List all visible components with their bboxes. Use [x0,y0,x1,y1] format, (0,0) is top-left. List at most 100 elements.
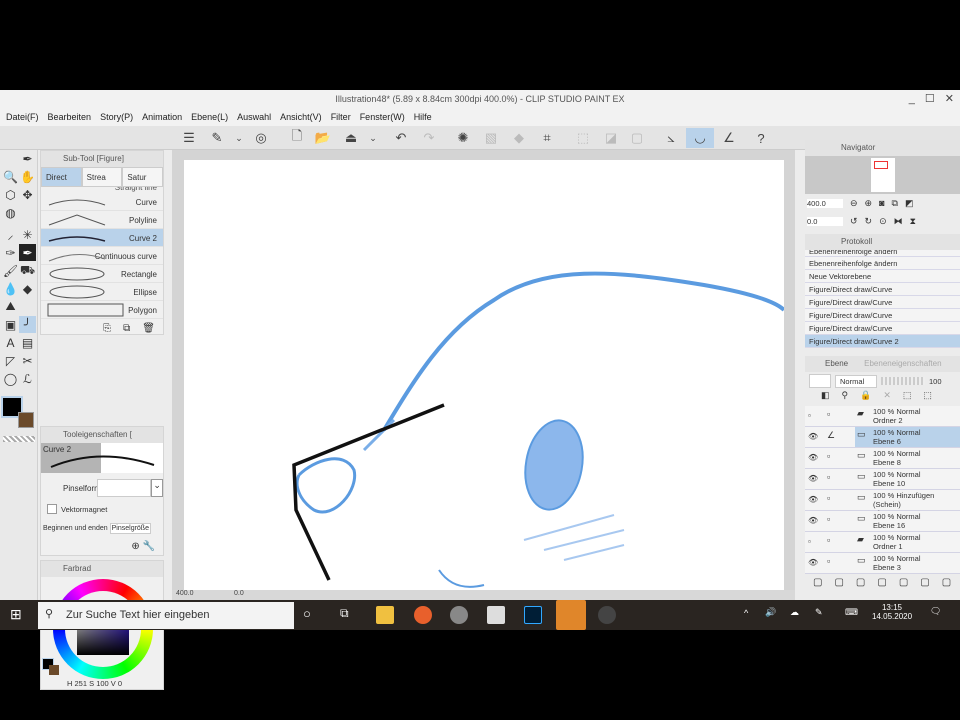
opacity-value[interactable]: 100 [929,377,942,386]
border-icon[interactable]: ▢ [626,128,648,148]
history-item[interactable]: Figure/Direct draw/Curve [805,309,960,322]
visibility-toggle[interactable]: ▫ [808,411,818,420]
flip-vertical-icon[interactable]: ⧗ [910,216,916,227]
subtool-item-polyline[interactable]: Polyline [41,211,163,229]
menu-fenster[interactable]: Fenster(W) [360,108,405,126]
snap-special-ruler-icon[interactable]: ◡ [686,128,714,148]
keyboard-icon[interactable]: ⌨ [845,607,858,618]
menu-icon[interactable]: ☰ [178,128,200,148]
reference-icon[interactable]: ⚲ [842,390,849,406]
menu-ansicht[interactable]: Ansicht(V) [280,108,322,126]
layer-row[interactable]: ▫ ▫ ▰ 100 % Normal Ordner 2 [805,406,960,427]
mask-layer-icon[interactable]: ▢ [920,577,929,588]
new-file-icon[interactable]: 🗋 [286,128,308,148]
obs-icon[interactable] [598,606,616,624]
minimize-button[interactable]: _ [909,90,915,108]
eye-icon[interactable]: 👁 [808,453,818,462]
fit-icon[interactable]: ◙ [879,198,884,208]
visibility-toggle[interactable]: ▫ [808,537,818,546]
reset-icon[interactable]: ⊕ [131,541,139,552]
tab-saturated[interactable]: Satur [122,167,164,187]
transparent-color-swatch[interactable] [3,436,35,442]
menu-filter[interactable]: Filter [331,108,351,126]
menu-auswahl[interactable]: Auswahl [237,108,271,126]
tab-stream[interactable]: Strea [81,167,123,187]
ruler-off-icon[interactable]: ⬚ [923,390,932,406]
tab-direct[interactable]: Direct [41,167,82,187]
fill-bucket-icon[interactable]: ⛰ [2,298,19,315]
history-item[interactable]: Neue Vektorebene [805,270,960,283]
layer-row[interactable]: ▫ ▫ ▰ 100 % Normal Ordner 1 [805,532,960,553]
navigator-tab[interactable]: Navigator [805,140,960,156]
taskbar-search-input[interactable]: Zur Suche Text hier eingeben [38,602,294,629]
eye-icon[interactable]: 👁 [808,495,818,504]
lock-checkbox[interactable]: ▫ [827,410,830,419]
clock[interactable]: 13:15 14.05.2020 [872,603,912,621]
layer-tab[interactable]: Ebene [825,356,848,372]
loading-icon[interactable]: ✺ [452,128,474,148]
drawing-canvas[interactable] [184,160,786,590]
pen-icon[interactable]: ✑ [2,244,19,261]
delete-layer-icon[interactable]: ▢ [942,577,951,588]
auto-select-icon[interactable]: ✳ [19,226,36,243]
lock-checkbox[interactable]: ▫ [827,452,830,461]
history-item[interactable]: Ebenenreihenfolge ändern [805,257,960,270]
layer-row[interactable]: 👁 ▫ ▭ 100 % Normal Ebene 8 [805,448,960,469]
hand-tool-icon[interactable]: ✋ [19,168,36,185]
start-end-select[interactable]: Pinselgröße [109,522,151,534]
open-folder-icon[interactable]: 📂 [312,128,334,148]
transfer-icon[interactable]: ▢ [877,577,886,588]
subtool-item-polygon[interactable]: Polygon [41,301,163,319]
sub-color-swatch[interactable] [18,412,34,428]
copy-subtool-icon[interactable]: ⎘ [103,323,111,334]
figure-tool-icon[interactable]: ╯ [19,316,36,333]
layer-row[interactable]: 👁 ∠ ▭ 100 % Normal Ebene 6 [805,427,960,448]
brush-icon[interactable]: 🖌 [2,262,19,279]
clip-icon[interactable]: ◧ [821,390,830,406]
eye-icon[interactable]: 👁 [808,432,818,441]
move-tool-icon[interactable]: ✥ [19,186,36,203]
new-raster-layer-icon[interactable]: ▢ [813,577,822,588]
mask-icon[interactable]: ✕ [883,390,891,406]
decoration-icon[interactable]: ℒ [19,370,36,387]
layer-row[interactable]: 👁 ▫ ▭ 100 % Normal Ebene 16 [805,511,960,532]
airbrush-icon[interactable]: ⛟ [19,262,36,279]
menu-hilfe[interactable]: Hilfe [414,108,432,126]
subtool-item-curve-2[interactable]: Curve 2 [41,229,163,247]
rotate-left-icon[interactable]: ↺ [850,216,858,227]
history-item[interactable]: Figure/Direct draw/Curve [805,296,960,309]
maximize-button[interactable]: ☐ [925,90,935,108]
chevron-down-icon[interactable]: ⌄ [151,479,163,497]
zoom-out-icon[interactable]: ⊖ [850,198,858,209]
volume-icon[interactable]: 🔊 [765,607,776,618]
text-tool-icon[interactable]: A [2,334,19,351]
pen-edit-icon[interactable]: ∠ [827,431,835,440]
photoshop-icon[interactable] [524,606,542,624]
reset-rotation-icon[interactable]: ⊙ [879,216,887,227]
clip-studio-paint-icon[interactable] [487,606,505,624]
layer-row[interactable]: 👁 ▫ ▭ 100 % Normal Ebene 3 [805,553,960,574]
lock-checkbox[interactable]: ▫ [827,473,830,482]
layer-row[interactable]: 👁 ▫ ▭ 100 % Normal Ebene 10 [805,469,960,490]
edit-icon[interactable]: ✎ [206,128,228,148]
lock-icon[interactable]: 🔒 [860,390,871,406]
eye-icon[interactable]: 👁 [808,558,818,567]
save-icon[interactable]: ⏏ [340,128,362,148]
actual-size-icon[interactable]: ⧉ [892,198,898,209]
onedrive-icon[interactable]: ☁ [790,607,799,618]
object-tool-icon[interactable]: ⬡ [2,186,19,203]
angle-readout[interactable]: 0.0 [234,590,244,597]
clip-studio-app-icon[interactable] [450,606,468,624]
merge-icon[interactable]: ▢ [899,577,908,588]
history-item[interactable]: Figure/Direct draw/Curve [805,283,960,296]
clip-studio-icon[interactable]: ◎ [250,128,272,148]
vector-pen-icon[interactable]: ✒ [19,244,36,261]
layer-property-tab[interactable]: Ebeneneigenschaften [864,356,941,372]
menu-animation[interactable]: Animation [142,108,182,126]
lock-checkbox[interactable]: ▫ [827,515,830,524]
fill-icon[interactable]: ◆ [508,128,530,148]
windows-start-icon[interactable]: ⊞ [10,606,22,623]
navigator-preview[interactable] [805,156,960,194]
chevron-down-icon[interactable]: ⌄ [362,128,384,148]
subtool-item-continuous-curve[interactable]: Continuous curve [41,247,163,265]
